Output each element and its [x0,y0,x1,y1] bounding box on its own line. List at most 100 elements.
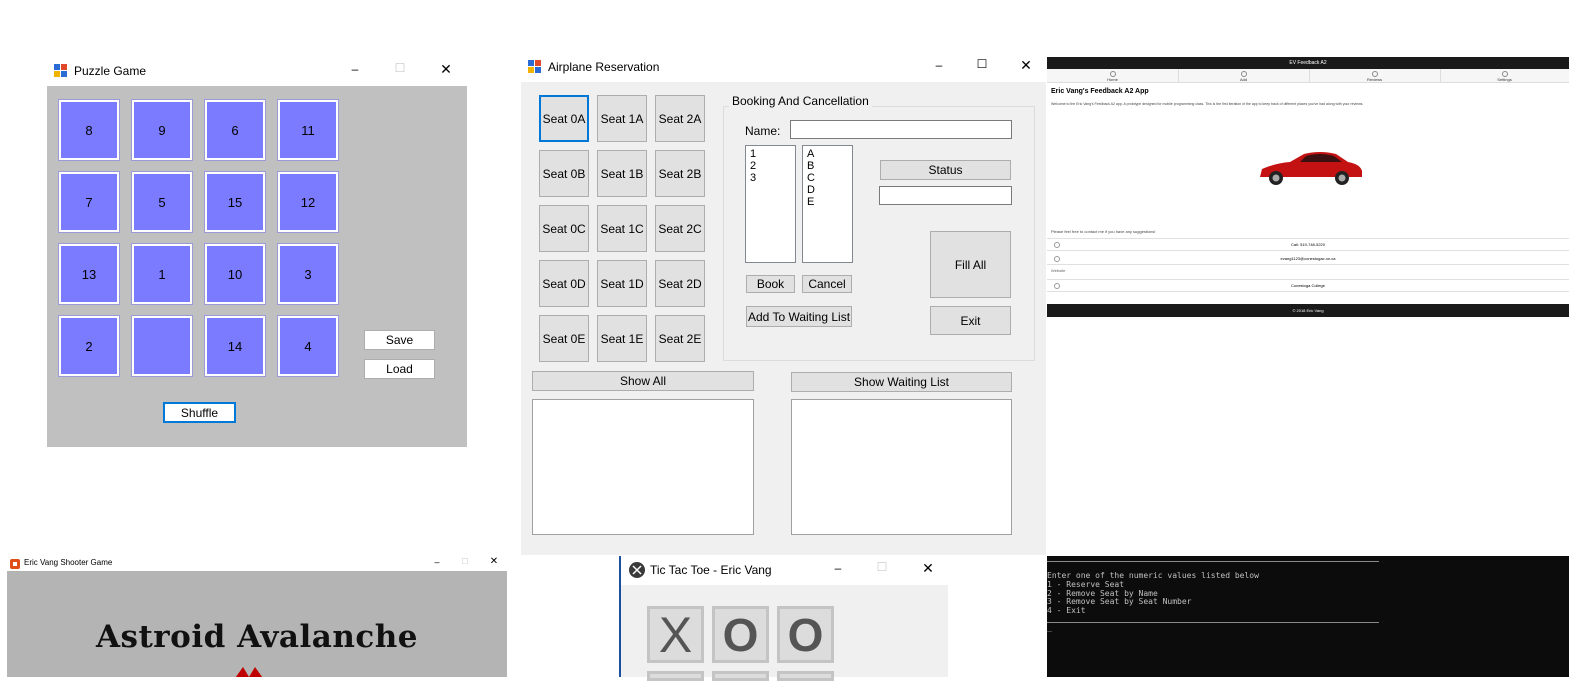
nav-settings[interactable]: Settings [1440,69,1569,82]
board-cell[interactable] [777,671,834,681]
puzzle-tile[interactable]: 9 [131,99,193,161]
puzzle-board: 8 9 6 11 7 5 15 12 13 1 10 3 2 14 4 Save… [47,86,467,447]
close-icon[interactable]: ✕ [431,61,461,78]
tictactoe-titlebar[interactable]: Tic Tac Toe - Eric Vang – ☐ ✕ [621,556,948,585]
link-icon [1054,283,1060,289]
book-button[interactable]: Book [746,275,795,293]
window-title: Tic Tac Toe - Eric Vang [650,563,772,577]
list-item[interactable]: A [807,148,848,160]
puzzle-tile[interactable]: 10 [204,243,266,305]
list-item[interactable]: C [807,172,848,184]
show-waiting-list-button[interactable]: Show Waiting List [791,372,1012,392]
minimize-icon[interactable]: – [340,62,370,76]
name-field[interactable] [790,120,1012,139]
college-row[interactable]: Conestoga College [1047,279,1569,292]
column-listbox[interactable]: A B C D E [802,145,853,263]
row-listbox[interactable]: 1 2 3 [745,145,796,263]
window-title: Airplane Reservation [548,60,660,74]
puzzle-tile-empty[interactable] [131,315,193,377]
seat-button-2b[interactable]: Seat 2B [655,150,705,197]
load-button[interactable]: Load [364,359,435,379]
status-button[interactable]: Status [880,160,1011,180]
seat-button-1e[interactable]: Seat 1E [597,315,647,362]
seat-button-0b[interactable]: Seat 0B [539,150,589,197]
maximize-icon[interactable]: ☐ [867,560,897,574]
board-cell[interactable] [712,671,769,681]
close-icon[interactable]: ✕ [479,556,509,567]
minimize-icon[interactable]: – [823,561,853,575]
close-icon[interactable]: ✕ [1011,57,1041,74]
puzzle-tile[interactable]: 5 [131,171,193,233]
seat-button-0d[interactable]: Seat 0D [539,260,589,307]
app-icon [54,64,68,81]
board-cell[interactable]: O [712,606,769,663]
puzzle-tile[interactable]: 12 [277,171,339,233]
status-field[interactable] [879,186,1012,205]
nav-bar: Home Add Reviews Settings [1047,69,1569,83]
seat-button-0a[interactable]: Seat 0A [539,95,589,142]
shuffle-button[interactable]: Shuffle [163,402,236,423]
all-seats-output[interactable] [532,399,754,535]
waiting-list-output[interactable] [791,399,1012,535]
puzzle-window: Puzzle Game – ☐ ✕ 8 9 6 11 7 5 15 12 13 … [47,56,467,447]
console-cursor[interactable]: _ [1047,623,1052,632]
app-footer: © 2018 Eric Vang [1047,304,1569,317]
minimize-icon[interactable]: – [422,557,452,567]
puzzle-tile[interactable]: 15 [204,171,266,233]
puzzle-tile[interactable]: 3 [277,243,339,305]
puzzle-tile[interactable]: 1 [131,243,193,305]
maximize-icon[interactable]: ☐ [385,61,415,75]
puzzle-tile[interactable]: 6 [204,99,266,161]
list-item[interactable]: E [807,196,848,208]
add-waiting-list-button[interactable]: Add To Waiting List [746,306,852,327]
puzzle-titlebar[interactable]: Puzzle Game – ☐ ✕ [47,56,467,86]
nav-add[interactable]: Add [1178,69,1310,82]
maximize-icon[interactable]: ☐ [967,57,997,71]
puzzle-tile[interactable]: 7 [58,171,120,233]
seat-button-1b[interactable]: Seat 1B [597,150,647,197]
puzzle-tile[interactable]: 8 [58,99,120,161]
list-item[interactable]: 3 [750,172,791,184]
list-item[interactable]: B [807,160,848,172]
seat-button-0c[interactable]: Seat 0C [539,205,589,252]
call-row[interactable]: Call: 519-748-5220 [1047,238,1569,251]
app-header: EV Feedback A2 [1047,57,1569,69]
puzzle-tile[interactable]: 2 [58,315,120,377]
list-item[interactable]: D [807,184,848,196]
mail-icon [1054,256,1060,262]
save-button[interactable]: Save [364,330,435,350]
airplane-titlebar[interactable]: Airplane Reservation – ☐ ✕ [521,52,1046,82]
shooter-titlebar[interactable]: Eric Vang Shooter Game – ☐ ✕ [7,555,507,571]
game-canvas[interactable]: Astroid Avalanche [7,571,507,677]
nav-home[interactable]: Home [1047,69,1179,82]
list-item[interactable]: 1 [750,148,791,160]
seat-button-2e[interactable]: Seat 2E [655,315,705,362]
exit-button[interactable]: Exit [930,306,1011,335]
show-all-button[interactable]: Show All [532,371,754,391]
fill-all-button[interactable]: Fill All [930,231,1011,298]
maximize-icon[interactable]: ☐ [450,557,480,566]
seat-button-2c[interactable]: Seat 2C [655,205,705,252]
board-cell[interactable]: O [777,606,834,663]
cancel-button[interactable]: Cancel [802,275,852,293]
list-item[interactable]: 2 [750,160,791,172]
board-cell[interactable] [647,671,704,681]
seat-button-2d[interactable]: Seat 2D [655,260,705,307]
seat-button-1c[interactable]: Seat 1C [597,205,647,252]
seat-button-2a[interactable]: Seat 2A [655,95,705,142]
email-row[interactable]: evang1123@conestogac.on.ca [1047,253,1569,265]
puzzle-tile[interactable]: 11 [277,99,339,161]
puzzle-tile[interactable]: 13 [58,243,120,305]
game-title: Astroid Avalanche [95,619,418,655]
seat-button-1a[interactable]: Seat 1A [597,95,647,142]
nav-reviews[interactable]: Reviews [1309,69,1441,82]
feedback-app: EV Feedback A2 Home Add Reviews Settings… [1047,57,1569,317]
seat-button-1d[interactable]: Seat 1D [597,260,647,307]
puzzle-tile[interactable]: 14 [204,315,266,377]
board-cell[interactable]: X [647,606,704,663]
seat-button-0e[interactable]: Seat 0E [539,315,589,362]
name-label: Name: [745,124,781,138]
close-icon[interactable]: ✕ [913,560,943,577]
puzzle-tile[interactable]: 4 [277,315,339,377]
minimize-icon[interactable]: – [924,58,954,72]
